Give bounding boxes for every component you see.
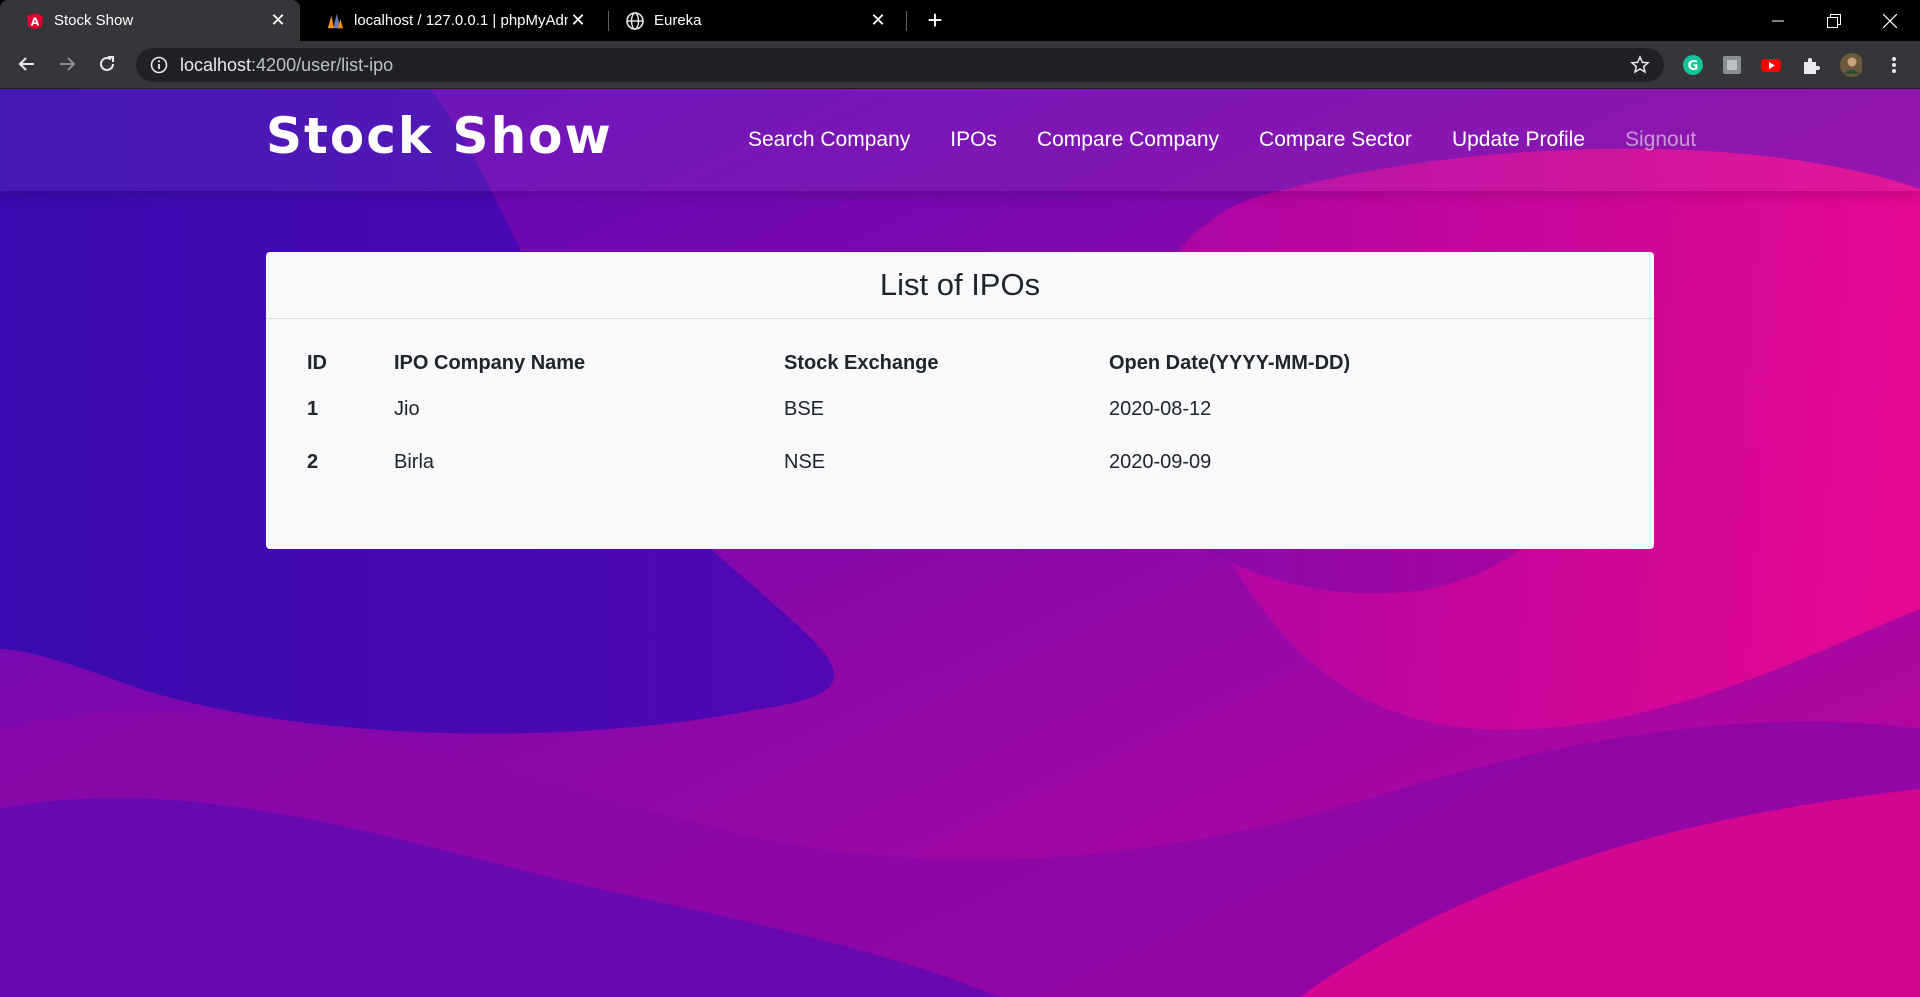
- extension-square-icon[interactable]: [1721, 54, 1743, 76]
- phpmyadmin-icon: [326, 12, 344, 30]
- cell-open-date: 2020-08-12: [1109, 398, 1212, 420]
- new-tab-button[interactable]: +: [921, 5, 949, 35]
- tab-title: localhost / 127.0.0.1 | phpMyAdmin: [354, 12, 568, 29]
- close-icon[interactable]: ✕: [568, 10, 588, 31]
- page-viewport: Stock Show Search Company IPOs Compare C…: [0, 89, 1920, 997]
- back-icon[interactable]: [13, 50, 41, 78]
- svg-text:G: G: [1688, 59, 1699, 74]
- nav-update-profile[interactable]: Update Profile: [1452, 128, 1585, 152]
- url-host: localhost: [180, 54, 252, 75]
- cell-exchange: BSE: [784, 398, 825, 420]
- nav-compare-sector[interactable]: Compare Sector: [1259, 128, 1412, 152]
- window-close-icon[interactable]: [1862, 0, 1918, 41]
- tab-eureka[interactable]: Eureka ✕: [600, 0, 900, 41]
- card-title: List of IPOs: [266, 252, 1654, 319]
- table-row: 1 Jio BSE 2020-08-12: [307, 383, 1529, 436]
- cell-exchange: NSE: [784, 451, 826, 473]
- nav-links: Search Company IPOs Compare Company Comp…: [748, 128, 1736, 152]
- cell-company: Birla: [394, 451, 435, 473]
- angular-icon: A: [26, 12, 44, 30]
- forward-icon[interactable]: [53, 50, 81, 78]
- globe-icon: [626, 11, 644, 30]
- column-header-id: ID: [307, 351, 327, 374]
- nav-ipos[interactable]: IPOs: [950, 128, 997, 152]
- url-path: :4200/user/list-ipo: [251, 54, 394, 75]
- ipo-table: ID IPO Company Name Stock Exchange Open …: [307, 343, 1529, 489]
- cell-company: Jio: [394, 398, 420, 420]
- address-bar[interactable]: localhost:4200/user/list-ipo: [136, 48, 1664, 82]
- restore-icon[interactable]: [1806, 0, 1862, 41]
- avatar[interactable]: [1840, 53, 1862, 77]
- tab-divider: [906, 11, 907, 31]
- svg-text:A: A: [31, 15, 40, 28]
- url-text: localhost:4200/user/list-ipo: [180, 55, 393, 76]
- browser-toolbar: localhost:4200/user/list-ipo G: [0, 41, 1920, 89]
- tab-phpmyadmin[interactable]: localhost / 127.0.0.1 | phpMyAdmin ✕: [300, 0, 600, 41]
- minimize-icon[interactable]: [1750, 0, 1806, 41]
- bookmark-star-icon[interactable]: [1630, 55, 1650, 75]
- nav-compare-company[interactable]: Compare Company: [1037, 128, 1219, 152]
- brand-logo[interactable]: Stock Show: [266, 107, 613, 165]
- close-icon[interactable]: ✕: [268, 10, 288, 31]
- browser-tab-strip: A Stock Show ✕ localhost / 127.0.0.1 | p…: [0, 0, 1920, 41]
- cell-id: 2: [307, 451, 319, 473]
- table-row: 2 Birla NSE 2020-09-09: [307, 436, 1529, 489]
- column-header-company: IPO Company Name: [394, 351, 586, 374]
- cell-open-date: 2020-09-09: [1109, 451, 1212, 473]
- ipo-list-card: List of IPOs ID IPO Company Name Stock E…: [266, 252, 1654, 549]
- nav-search-company[interactable]: Search Company: [748, 128, 910, 152]
- table-header-row: ID IPO Company Name Stock Exchange Open …: [307, 343, 1529, 383]
- grammarly-icon[interactable]: G: [1682, 54, 1704, 76]
- cell-id: 1: [307, 398, 319, 420]
- youtube-extension-icon[interactable]: [1760, 54, 1782, 76]
- reload-icon[interactable]: [93, 50, 121, 78]
- menu-kebab-icon[interactable]: [1883, 54, 1905, 76]
- tab-title: Eureka: [654, 12, 702, 29]
- extensions-puzzle-icon[interactable]: [1800, 54, 1822, 76]
- tab-stock-show[interactable]: A Stock Show ✕: [0, 0, 300, 41]
- close-icon[interactable]: ✕: [868, 10, 888, 31]
- app-navbar: Stock Show Search Company IPOs Compare C…: [0, 89, 1920, 191]
- nav-signout[interactable]: Signout: [1625, 128, 1696, 152]
- column-header-open-date: Open Date(YYYY-MM-DD): [1109, 351, 1351, 374]
- tab-title: Stock Show: [54, 12, 134, 29]
- info-icon[interactable]: [150, 56, 168, 74]
- column-header-exchange: Stock Exchange: [784, 351, 939, 374]
